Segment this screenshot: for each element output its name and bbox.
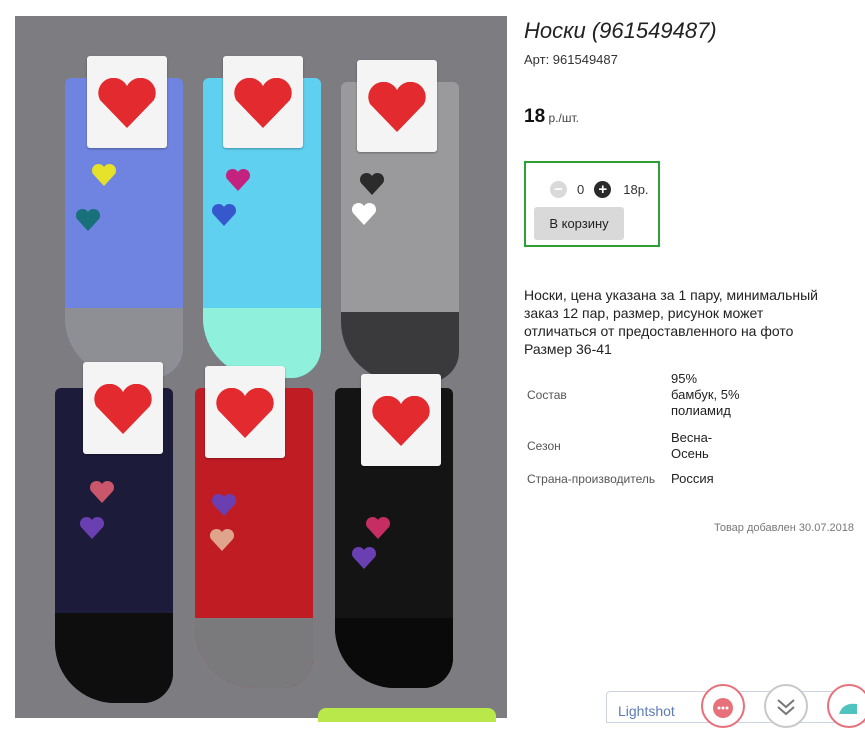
spec-value: Весна-Осень <box>671 430 713 461</box>
chevron-down-icon[interactable] <box>764 684 808 728</box>
price-value: 18 <box>524 106 546 127</box>
heart-icon <box>89 480 115 503</box>
lightshot-panel: Lightshot <box>606 684 865 728</box>
product-description: Носки, цена указана за 1 пару, минимальн… <box>524 287 818 357</box>
heart-icon <box>75 208 101 231</box>
cart-sum: 18р. <box>623 181 649 197</box>
heart-icon <box>225 168 251 191</box>
heart-icon <box>351 546 377 569</box>
product-article: Арт: 961549487 <box>524 52 618 67</box>
spec-key: Состав <box>527 388 567 402</box>
minus-icon[interactable]: − <box>550 180 567 198</box>
product-price: 18 р./шт. <box>524 106 579 128</box>
heart-icon <box>211 493 237 516</box>
spec-row: Страна-производитель Россия <box>524 464 741 494</box>
spec-key: Сезон <box>527 439 561 453</box>
share-icon[interactable] <box>827 684 865 728</box>
specs-table: Состав 95% бамбук, 5% полиамид Сезон Вес… <box>524 362 741 494</box>
add-to-cart-button[interactable]: В корзину <box>534 207 624 240</box>
heart-icon <box>209 528 235 551</box>
product-tag <box>357 60 437 152</box>
added-date: Товар добавлен 30.07.2018 <box>713 522 854 534</box>
spec-row: Сезон Весна-Осень <box>524 428 741 464</box>
heart-icon <box>79 516 105 539</box>
chat-icon[interactable] <box>701 684 745 728</box>
price-unit: р./шт. <box>545 111 579 125</box>
product-tag <box>223 56 303 148</box>
product-tag <box>361 374 441 466</box>
product-photo[interactable] <box>15 16 507 718</box>
plus-icon[interactable]: + <box>594 180 612 198</box>
green-button-edge[interactable] <box>318 708 496 722</box>
quantity-stepper: − 0 + 18р. <box>550 179 649 199</box>
heart-icon <box>359 172 385 195</box>
lightshot-label: Lightshot <box>618 703 675 719</box>
buy-box: − 0 + 18р. В корзину <box>524 161 660 247</box>
quantity-value: 0 <box>577 181 585 197</box>
spec-value: 95% бамбук, 5% полиамид <box>671 371 740 418</box>
heart-icon <box>91 163 117 186</box>
heart-icon <box>211 203 237 226</box>
spec-value: Россия <box>671 471 714 486</box>
spec-key: Страна-производитель <box>527 472 656 486</box>
product-tag <box>87 56 167 148</box>
product-tag <box>205 366 285 458</box>
product-tag <box>83 362 163 454</box>
heart-icon <box>351 202 377 225</box>
heart-icon <box>365 516 391 539</box>
product-title: Носки (961549487) <box>524 18 717 43</box>
spec-row: Состав 95% бамбук, 5% полиамид <box>524 362 741 428</box>
